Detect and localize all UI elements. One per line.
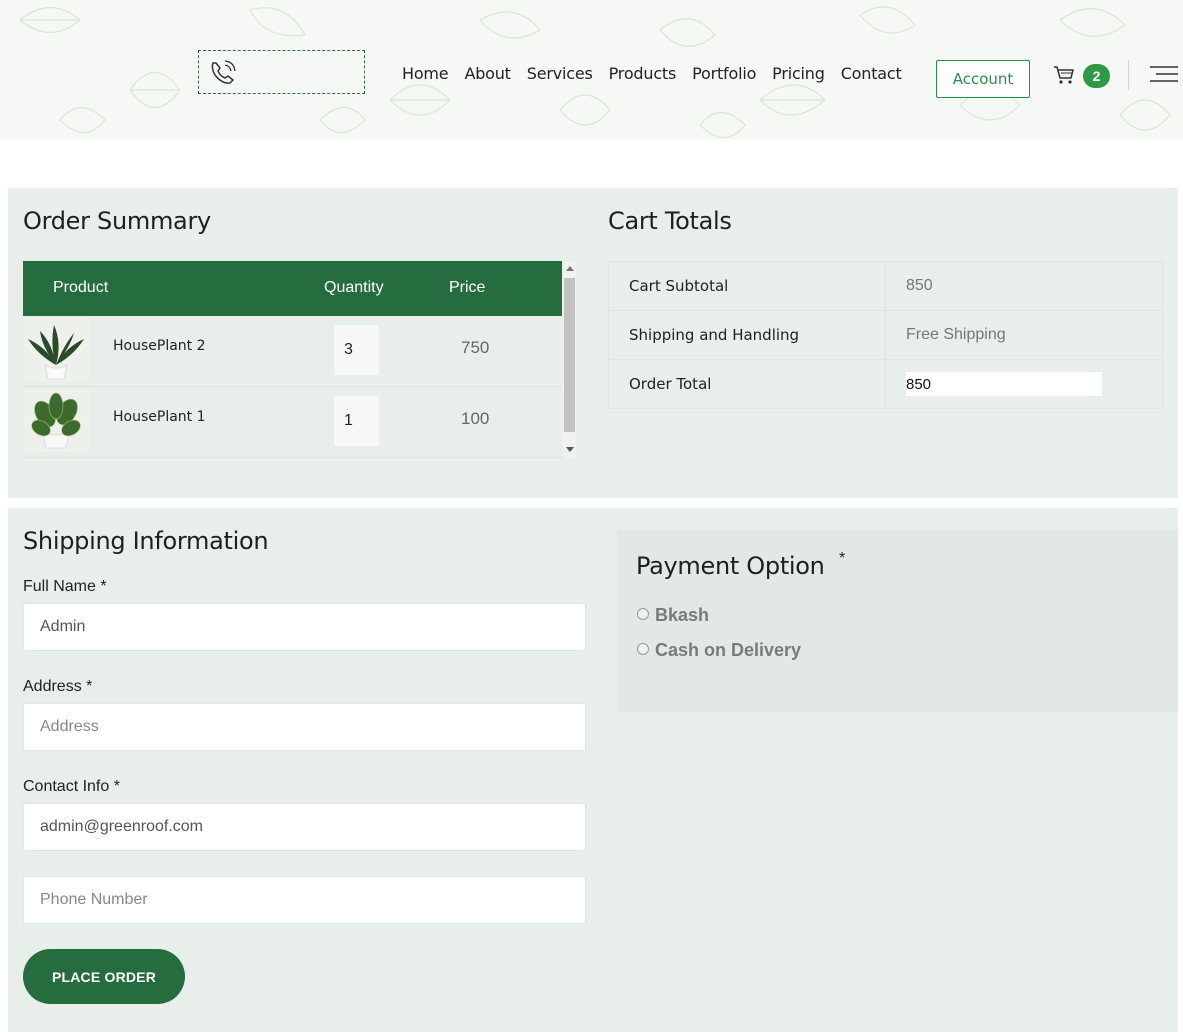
nav-services[interactable]: Services [527, 64, 593, 83]
hamburger-menu-icon[interactable] [1150, 66, 1178, 82]
subtotal-row: Cart Subtotal 850 [608, 261, 1163, 311]
product-name: HousePlant 2 [113, 338, 206, 354]
address-label: Address * [23, 678, 93, 695]
place-order-button[interactable]: PLACE ORDER [23, 949, 185, 1004]
houseplant-1-image [23, 388, 90, 452]
main-nav: Home About Services Products Portfolio P… [402, 64, 902, 83]
nav-pricing[interactable]: Pricing [772, 64, 825, 83]
required-mark: * [839, 550, 846, 567]
order-total-field[interactable] [906, 372, 1102, 396]
bkash-label[interactable]: Bkash [655, 605, 709, 626]
phone-icon [211, 60, 236, 84]
address-field[interactable] [23, 703, 586, 751]
product-price: 100 [461, 409, 490, 428]
quantity-input[interactable] [334, 325, 379, 375]
column-price: Price [449, 279, 486, 296]
nav-about[interactable]: About [464, 64, 511, 83]
product-name: HousePlant 1 [113, 409, 206, 425]
column-product: Product [53, 279, 109, 296]
site-header: Home About Services Products Portfolio P… [0, 0, 1183, 140]
cart-totals-table: Cart Subtotal 850 Shipping and Handling … [608, 261, 1163, 409]
account-button[interactable]: Account [936, 60, 1030, 98]
scroll-down-arrow-icon[interactable] [566, 447, 574, 452]
order-row: HousePlant 1 100 [23, 387, 562, 458]
payment-option-title: Payment Option [636, 552, 825, 580]
shipping-info-title: Shipping Information [23, 527, 269, 555]
nav-products[interactable]: Products [609, 64, 677, 83]
cart-count-badge: 2 [1083, 64, 1110, 88]
shipping-value: Free Shipping [885, 310, 1163, 360]
contact-info-label: Contact Info * [23, 778, 120, 795]
order-total-cell [885, 359, 1163, 409]
column-quantity: Quantity [324, 279, 384, 296]
order-table-scrollbar[interactable] [563, 262, 576, 458]
order-summary-title: Order Summary [23, 207, 211, 235]
order-summary-table: Product Quantity Price HousePlant 2 750 [23, 261, 562, 458]
cash-on-delivery-radio[interactable] [637, 643, 649, 655]
scroll-up-arrow-icon[interactable] [566, 266, 574, 271]
order-table-header: Product Quantity Price [23, 261, 562, 316]
phone-number-field[interactable] [23, 876, 586, 924]
houseplant-2-image [23, 317, 90, 381]
phone-contact-box[interactable] [198, 50, 365, 94]
subtotal-label: Cart Subtotal [608, 261, 886, 311]
shipping-label: Shipping and Handling [608, 310, 886, 360]
order-total-row: Order Total [608, 359, 1163, 409]
scrollbar-thumb[interactable] [564, 278, 575, 432]
order-total-label: Order Total [608, 359, 886, 409]
email-field[interactable] [23, 803, 586, 851]
shipping-row: Shipping and Handling Free Shipping [608, 310, 1163, 360]
full-name-field[interactable] [23, 603, 586, 651]
bkash-radio[interactable] [637, 608, 649, 620]
subtotal-value: 850 [885, 261, 1163, 311]
order-row: HousePlant 2 750 [23, 316, 562, 387]
nav-portfolio[interactable]: Portfolio [692, 64, 756, 83]
full-name-label: Full Name * [23, 578, 107, 595]
product-price: 750 [461, 338, 490, 357]
cart-totals-title: Cart Totals [608, 207, 732, 235]
nav-contact[interactable]: Contact [841, 64, 902, 83]
cart-icon[interactable] [1053, 65, 1075, 85]
nav-home[interactable]: Home [402, 64, 449, 83]
quantity-input[interactable] [334, 396, 379, 446]
cash-on-delivery-label[interactable]: Cash on Delivery [655, 640, 801, 661]
header-divider [1128, 60, 1129, 90]
